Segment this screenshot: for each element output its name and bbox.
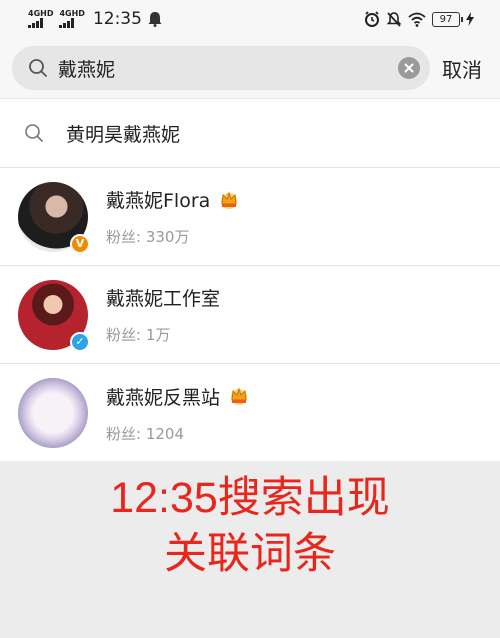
signal-2-label: 4GHD <box>59 9 85 18</box>
user-result[interactable]: 戴燕妮反黑站 粉丝: 1204 <box>0 364 500 462</box>
caption: 12:35搜索出现 关联词条 <box>0 470 500 582</box>
verified-badge-icon: ✓ <box>70 331 90 352</box>
notification-icon <box>148 12 162 27</box>
search-bar: 取消 <box>0 38 500 98</box>
clock: 12:35 <box>92 9 142 29</box>
status-bar: 4GHD 4GHD 12:35 97 <box>0 0 500 38</box>
search-icon <box>29 59 47 77</box>
search-results: 黄明昊戴燕妮 V 戴燕妮Flora 粉丝: 330万 ✓ 戴燕妮工作室 粉丝: … <box>0 98 500 461</box>
user-name-row: 戴燕妮Flora <box>106 186 240 213</box>
user-name: 戴燕妮工作室 <box>106 288 221 310</box>
user-name: 戴燕妮Flora <box>106 190 211 212</box>
user-info: 戴燕妮Flora 粉丝: 330万 <box>106 186 240 247</box>
fans-count: 粉丝: 330万 <box>106 228 190 246</box>
wifi-icon <box>408 12 426 27</box>
signal-bars-icon <box>28 18 43 28</box>
user-name: 戴燕妮反黑站 <box>106 386 221 409</box>
verified-badge-icon: V <box>70 233 90 254</box>
charging-icon <box>466 12 474 26</box>
signal-2: 4GHD <box>59 9 85 28</box>
crown-icon <box>231 387 248 405</box>
search-box[interactable] <box>12 46 430 90</box>
close-icon <box>404 63 414 73</box>
user-name-row: 戴燕妮反黑站 <box>106 383 250 410</box>
cancel-button[interactable]: 取消 <box>442 54 482 83</box>
crown-icon <box>221 190 238 209</box>
signal-bars-icon <box>59 18 75 28</box>
battery-level: 97 <box>439 13 453 25</box>
signal-1: 4GHD <box>28 10 53 28</box>
user-name-row: 戴燕妮工作室 <box>106 284 220 311</box>
user-result[interactable]: ✓ 戴燕妮工作室 粉丝: 1万 <box>0 266 500 364</box>
caption-line-2: 关联词条 <box>164 530 336 578</box>
search-icon <box>25 124 43 142</box>
user-info: 戴燕妮工作室 粉丝: 1万 <box>106 284 220 345</box>
search-input[interactable] <box>58 57 398 79</box>
status-left: 4GHD 4GHD 12:35 <box>28 9 162 29</box>
user-info: 戴燕妮反黑站 粉丝: 1204 <box>106 383 250 444</box>
avatar[interactable]: ✓ <box>18 279 90 352</box>
mute-bell-icon <box>386 12 402 27</box>
alarm-icon <box>365 11 379 27</box>
battery-icon: 97 <box>432 11 463 27</box>
avatar[interactable] <box>18 378 88 448</box>
clear-search-button[interactable] <box>398 57 420 79</box>
user-result[interactable]: V 戴燕妮Flora 粉丝: 330万 <box>0 168 500 266</box>
suggestion-text: 黄明昊戴燕妮 <box>66 123 181 146</box>
caption-line-1: 12:35搜索出现 <box>110 474 390 522</box>
suggestion-item[interactable]: 黄明昊戴燕妮 <box>0 98 500 168</box>
status-right: 97 <box>364 11 474 27</box>
fans-count: 粉丝: 1204 <box>106 424 184 443</box>
signal-1-label: 4GHD <box>28 9 54 18</box>
fans-count: 粉丝: 1万 <box>106 326 171 344</box>
avatar[interactable]: V <box>18 181 90 254</box>
